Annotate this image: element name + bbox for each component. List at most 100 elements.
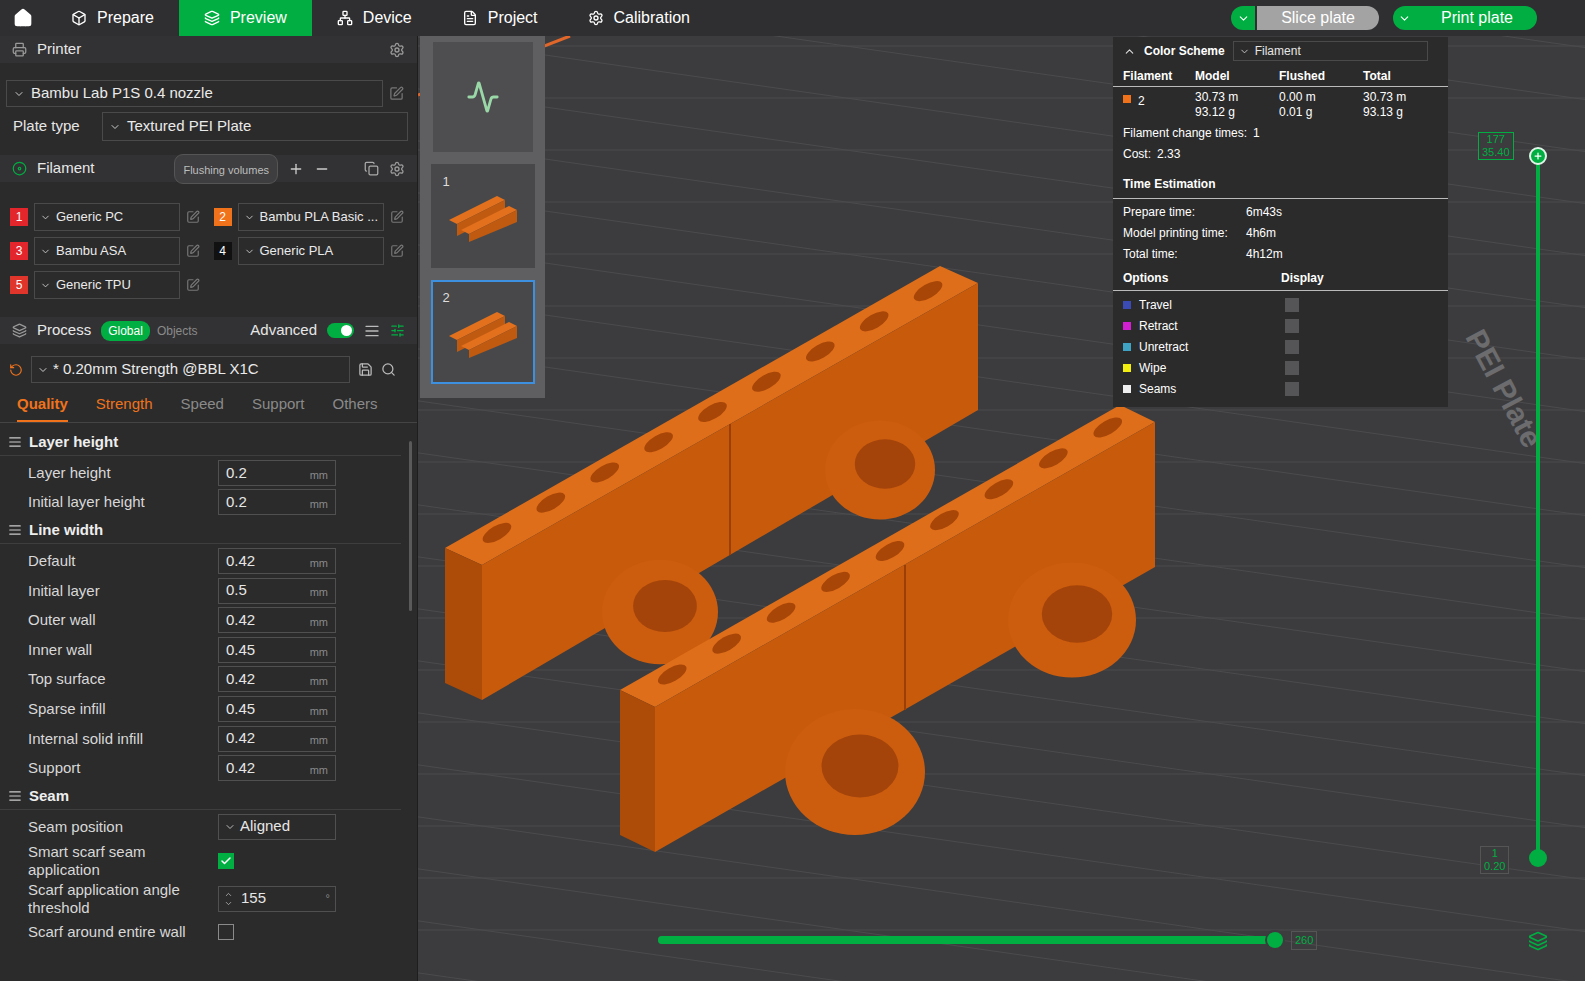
gear-icon[interactable] xyxy=(389,161,405,177)
lower-thumb[interactable] xyxy=(1529,849,1547,867)
display-checkbox[interactable] xyxy=(1285,382,1299,396)
gear-icon[interactable] xyxy=(389,42,405,58)
value-input[interactable]: 0.45mm xyxy=(218,637,336,663)
value-input[interactable]: 0.42mm xyxy=(218,726,336,752)
filament-select[interactable]: Generic PC xyxy=(34,203,180,231)
display-checkbox[interactable] xyxy=(1285,340,1299,354)
filament-select[interactable]: Generic PLA xyxy=(238,237,384,265)
nav-tab[interactable]: Project xyxy=(437,0,563,36)
filament-item[interactable]: 2Bambu PLA Basic ... xyxy=(214,203,410,231)
advanced-toggle[interactable] xyxy=(327,323,354,338)
filament-item[interactable]: 4Generic PLA xyxy=(214,237,410,265)
process-tab[interactable]: Support xyxy=(252,392,305,422)
reset-icon[interactable] xyxy=(9,363,23,377)
filament-item[interactable]: 1 Generic PC xyxy=(10,203,206,231)
move-track[interactable] xyxy=(658,936,1275,944)
dropdown-toggle[interactable] xyxy=(1393,6,1417,30)
search-icon[interactable] xyxy=(381,362,396,377)
dropdown-toggle[interactable] xyxy=(1231,6,1255,30)
legend-panel: Color SchemeFilamentFilamentModelFlushed… xyxy=(1113,37,1448,407)
save-icon[interactable] xyxy=(358,362,373,377)
edit-icon[interactable] xyxy=(186,210,200,224)
process-tab[interactable]: Others xyxy=(333,392,378,422)
group-icon xyxy=(8,523,22,537)
model-icon[interactable] xyxy=(445,266,1155,852)
value-input[interactable]: 0.42mm xyxy=(218,548,336,574)
filament-select[interactable]: Bambu PLA Basic ... xyxy=(238,203,384,231)
minus-icon[interactable] xyxy=(314,161,330,177)
scope-option[interactable]: Objects xyxy=(150,321,205,341)
process-select[interactable]: * 0.20mm Strength @BBL X1C xyxy=(31,356,350,383)
nav-tab[interactable]: Calibration xyxy=(563,0,715,36)
nav-tab[interactable]: Device xyxy=(312,0,437,36)
scrollbar[interactable] xyxy=(409,423,417,981)
setting-label: Top surface xyxy=(0,670,218,688)
settings-scroll[interactable]: Layer heightLayer height0.2mmInitial lay… xyxy=(0,423,417,981)
value-input[interactable]: 0.5mm xyxy=(218,578,336,604)
move-thumb[interactable] xyxy=(1265,930,1285,950)
edit-icon[interactable] xyxy=(186,278,200,292)
process-tab[interactable]: Quality xyxy=(17,392,68,422)
home-button[interactable] xyxy=(0,8,46,28)
section-header: ProcessGlobalObjectsAdvanced xyxy=(0,317,417,344)
plus-icon[interactable] xyxy=(288,161,304,177)
action-button[interactable]: Print plate xyxy=(1393,6,1537,30)
value-input[interactable]: 0.45mm xyxy=(218,696,336,722)
value-input[interactable]: 0.42mm xyxy=(218,607,336,633)
process-tab[interactable]: Speed xyxy=(181,392,224,422)
layer-track[interactable] xyxy=(1528,156,1548,858)
layers-button[interactable] xyxy=(1528,931,1548,951)
spin-input[interactable]: 155° xyxy=(218,886,336,912)
process-icon xyxy=(12,323,27,338)
stats-thumbnail[interactable] xyxy=(433,42,533,152)
scope-switch[interactable]: GlobalObjects xyxy=(101,321,204,341)
flushing-button[interactable]: Flushing volumes xyxy=(174,154,278,184)
scrollbar-thumb[interactable] xyxy=(409,441,412,611)
printer-select[interactable]: Bambu Lab P1S 0.4 nozzle xyxy=(6,80,383,107)
plate-thumbnail[interactable]: 2 xyxy=(431,280,535,384)
value-input[interactable]: 0.2mm xyxy=(218,460,336,486)
edit-icon[interactable] xyxy=(390,210,404,224)
display-checkbox[interactable] xyxy=(1285,298,1299,312)
scope-option[interactable]: Global xyxy=(101,321,150,341)
move-slider[interactable]: 260 xyxy=(658,931,1317,950)
filament-item[interactable]: 5Generic TPU xyxy=(10,271,206,299)
plate-thumbnail[interactable]: 1 xyxy=(431,164,535,268)
nav-tab[interactable]: Preview xyxy=(179,0,312,36)
chevron-down-icon xyxy=(37,364,49,376)
edit-icon[interactable] xyxy=(389,86,404,101)
filament-select[interactable]: Bambu ASA xyxy=(34,237,180,265)
display-checkbox[interactable] xyxy=(1285,361,1299,375)
list-icon[interactable] xyxy=(364,323,380,339)
spin-arrows[interactable] xyxy=(224,890,233,908)
filament-badge: 1 xyxy=(10,208,28,226)
nav-tab[interactable]: Prepare xyxy=(46,0,179,36)
action-button[interactable]: Slice plate xyxy=(1231,6,1379,30)
viewport[interactable]: 1 2 Color SchemeFilamentFilamentModelFlush… xyxy=(418,36,1585,981)
group-header: Layer height xyxy=(0,429,401,456)
top-bar: PreparePreviewDeviceProjectCalibration Sl… xyxy=(0,0,1585,36)
sync-icon[interactable] xyxy=(364,161,379,176)
tab-icon xyxy=(588,10,604,26)
display-checkbox[interactable] xyxy=(1285,319,1299,333)
upper-thumb[interactable] xyxy=(1529,147,1547,165)
compare-icon[interactable] xyxy=(390,323,405,338)
checkbox[interactable] xyxy=(218,924,234,940)
filament-item[interactable]: 3 Bambu ASA xyxy=(10,237,206,265)
filament-select[interactable]: Generic TPU xyxy=(34,271,180,299)
select-input[interactable]: Aligned xyxy=(218,814,336,840)
setting-row: Sparse infill0.45mm xyxy=(0,694,409,724)
edit-icon[interactable] xyxy=(390,244,404,258)
collapse-icon[interactable] xyxy=(1123,45,1136,58)
process-tab[interactable]: Strength xyxy=(96,392,153,422)
value-input[interactable]: 0.42mm xyxy=(218,666,336,692)
scheme-select[interactable]: Filament xyxy=(1233,41,1428,61)
value-input[interactable]: 0.2mm xyxy=(218,489,336,515)
filament-badge: 3 xyxy=(10,242,28,260)
value-input[interactable]: 0.42mm xyxy=(218,755,336,781)
grid-line xyxy=(418,696,1585,896)
edit-icon[interactable] xyxy=(186,244,200,258)
plate-type-select[interactable]: Textured PEI Plate xyxy=(102,112,408,141)
checkbox[interactable] xyxy=(218,853,234,869)
group-header: Seam xyxy=(0,783,401,810)
